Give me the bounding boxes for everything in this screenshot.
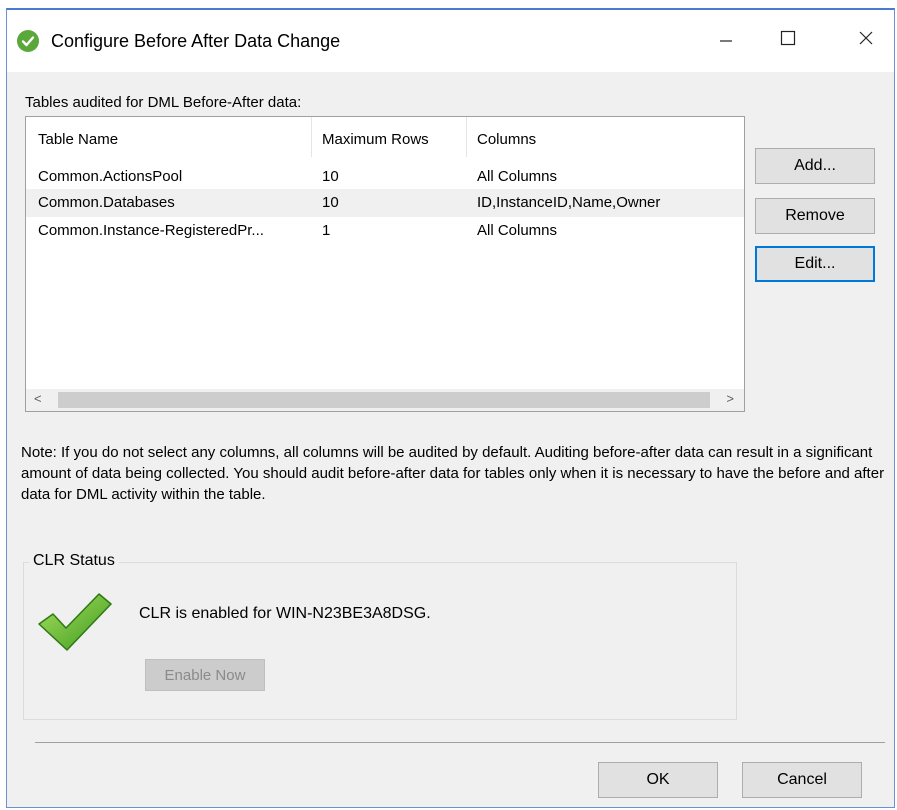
footer-divider <box>35 742 885 743</box>
scrollbar-thumb[interactable] <box>58 392 710 408</box>
close-button[interactable] <box>837 18 895 62</box>
cell-columns: All Columns <box>477 168 558 185</box>
enable-now-button[interactable]: Enable Now <box>145 659 265 691</box>
column-divider[interactable] <box>466 117 467 157</box>
column-header-table-name[interactable]: Table Name <box>38 131 118 148</box>
tables-list-view[interactable]: Table Name Maximum Rows Columns Common.A… <box>25 116 745 412</box>
horizontal-scrollbar[interactable]: < > <box>26 389 744 411</box>
column-divider[interactable] <box>311 117 312 157</box>
maximize-icon <box>780 30 796 51</box>
close-icon <box>858 30 874 51</box>
column-header-maximum-rows[interactable]: Maximum Rows <box>322 131 429 148</box>
table-row[interactable]: Common.Databases 10 ID,InstanceID,Name,O… <box>26 189 744 217</box>
remove-button[interactable]: Remove <box>755 198 875 234</box>
add-button[interactable]: Add... <box>755 148 875 184</box>
table-row[interactable]: Common.ActionsPool 10 All Columns <box>26 163 744 191</box>
cell-columns: ID,InstanceID,Name,Owner <box>477 194 661 211</box>
minimize-button[interactable] <box>697 18 755 62</box>
big-checkmark-icon <box>35 588 113 663</box>
audit-note: Note: If you do not select any columns, … <box>21 444 885 503</box>
cell-table-name: Common.Instance-RegisteredPr... <box>38 222 264 239</box>
minimize-icon <box>719 31 733 50</box>
tables-section-label: Tables audited for DML Before-After data… <box>25 94 302 111</box>
title-bar[interactable]: Configure Before After Data Change <box>7 10 894 72</box>
edit-button[interactable]: Edit... <box>755 246 875 282</box>
ok-button[interactable]: OK <box>598 762 718 798</box>
scroll-right-arrow[interactable]: > <box>726 391 734 406</box>
cell-table-name: Common.Databases <box>38 194 175 211</box>
table-row[interactable]: Common.Instance-RegisteredPr... 1 All Co… <box>26 217 744 245</box>
clr-status-message: CLR is enabled for WIN-N23BE3A8DSG. <box>139 605 431 622</box>
check-circle-icon <box>17 30 39 52</box>
cell-table-name: Common.ActionsPool <box>38 168 183 185</box>
maximize-button[interactable] <box>759 18 817 62</box>
clr-status-group <box>23 562 737 720</box>
cell-columns: All Columns <box>477 222 558 239</box>
dialog-window: Configure Before After Data Change Table… <box>6 8 895 808</box>
cell-max-rows: 10 <box>322 168 339 185</box>
cell-max-rows: 10 <box>322 194 339 211</box>
window-title: Configure Before After Data Change <box>51 31 341 51</box>
scroll-left-arrow[interactable]: < <box>34 391 42 406</box>
cancel-button[interactable]: Cancel <box>742 762 862 798</box>
column-header-columns[interactable]: Columns <box>477 131 536 148</box>
cell-max-rows: 1 <box>322 222 331 239</box>
clr-status-title: CLR Status <box>29 552 119 570</box>
